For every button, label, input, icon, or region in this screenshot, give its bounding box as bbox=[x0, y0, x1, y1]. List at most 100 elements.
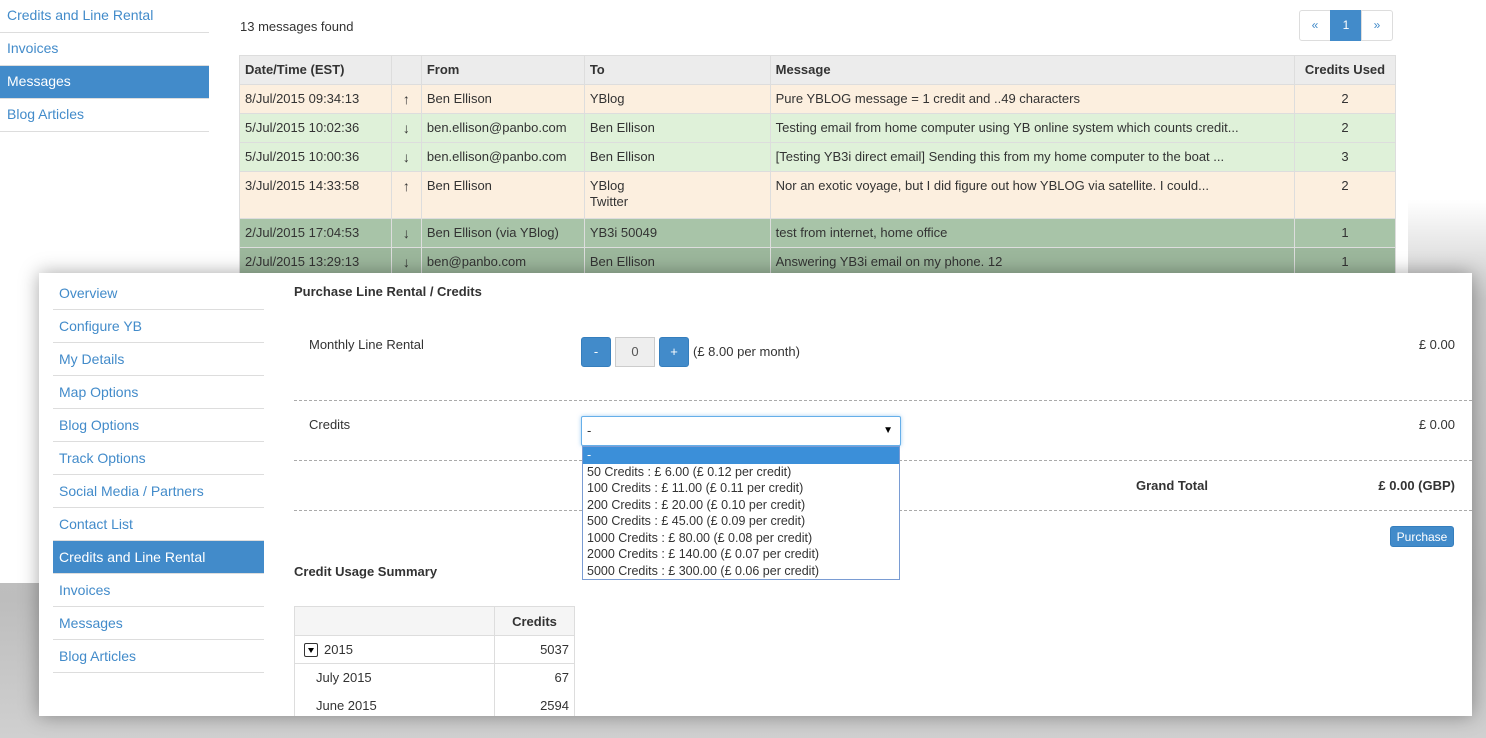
cell-credits: 2 bbox=[1294, 113, 1396, 143]
cell-credits: 3 bbox=[1294, 142, 1396, 172]
sidebar-item-overview[interactable]: Overview bbox=[53, 277, 264, 310]
dropdown-option[interactable]: 2000 Credits : £ 140.00 (£ 0.07 per cred… bbox=[583, 546, 899, 563]
cell-credits: 2 bbox=[1294, 171, 1396, 219]
usage-col-credits-header: Credits bbox=[494, 606, 575, 636]
sidebar-item-contact-list[interactable]: Contact List bbox=[53, 508, 264, 541]
cell-to: YBlog bbox=[583, 84, 771, 114]
dropdown-option[interactable]: 50 Credits : £ 6.00 (£ 0.12 per credit) bbox=[583, 464, 899, 481]
cell-to: YBlog Twitter bbox=[583, 171, 771, 219]
pagination-prev[interactable]: « bbox=[1299, 10, 1331, 41]
cell-to: Ben Ellison bbox=[583, 142, 771, 172]
divider bbox=[294, 400, 1472, 401]
bg-sidebar-item-messages[interactable]: Messages bbox=[0, 66, 209, 99]
arrow-down-icon: ↓ bbox=[390, 218, 422, 248]
cell-message: test from internet, home office bbox=[769, 218, 1296, 248]
dropdown-option[interactable]: 500 Credits : £ 45.00 (£ 0.09 per credit… bbox=[583, 513, 899, 530]
grand-total-value: £ 0.00 (GBP) bbox=[1378, 478, 1455, 493]
credits-price: £ 0.00 bbox=[1418, 417, 1455, 432]
usage-col-period-header bbox=[294, 606, 495, 636]
increment-button[interactable]: + bbox=[659, 337, 689, 367]
purchase-button[interactable]: Purchase bbox=[1390, 526, 1454, 547]
cell-datetime: 2/Jul/2015 17:04:53 bbox=[239, 218, 392, 248]
purchase-heading: Purchase Line Rental / Credits bbox=[294, 284, 482, 299]
messages-table: Date/Time (EST) From To Message Credits … bbox=[239, 55, 1396, 277]
dropdown-option[interactable]: - bbox=[583, 447, 899, 464]
bg-sidebar-item-credits[interactable]: Credits and Line Rental bbox=[0, 0, 209, 33]
credits-select[interactable]: - ▼ bbox=[581, 416, 901, 446]
cell-message: Nor an exotic voyage, but I did figure o… bbox=[769, 171, 1296, 219]
credits-select-value: - bbox=[587, 423, 592, 438]
sidebar-item-social-media[interactable]: Social Media / Partners bbox=[53, 475, 264, 508]
decrement-button[interactable]: - bbox=[581, 337, 611, 367]
pagination: « 1 » bbox=[1299, 10, 1393, 41]
bg-sidebar-item-invoices[interactable]: Invoices bbox=[0, 33, 209, 66]
sidebar-item-track-options[interactable]: Track Options bbox=[53, 442, 264, 475]
usage-month-value: 2594 bbox=[494, 691, 575, 716]
usage-table-header: Credits bbox=[294, 606, 575, 636]
col-from-header[interactable]: From bbox=[420, 55, 585, 85]
cell-datetime: 5/Jul/2015 10:00:36 bbox=[239, 142, 392, 172]
dropdown-option[interactable]: 1000 Credits : £ 80.00 (£ 0.08 per credi… bbox=[583, 530, 899, 547]
sidebar-item-my-details[interactable]: My Details bbox=[53, 343, 264, 376]
collapse-toggle-icon[interactable] bbox=[304, 643, 318, 658]
cell-credits: 2 bbox=[1294, 84, 1396, 114]
cell-from: Ben Ellison bbox=[420, 84, 585, 114]
table-row[interactable]: 2015 5037 bbox=[294, 635, 575, 664]
table-row[interactable]: 3/Jul/2015 14:33:58 ↑ Ben Ellison YBlog … bbox=[239, 171, 1396, 219]
arrow-down-icon: ↓ bbox=[390, 113, 422, 143]
usage-month-value: 67 bbox=[494, 663, 575, 692]
cell-from: ben.ellison@panbo.com bbox=[420, 113, 585, 143]
sidebar-nav: Overview Configure YB My Details Map Opt… bbox=[53, 277, 264, 673]
col-datetime-header[interactable]: Date/Time (EST) bbox=[239, 55, 392, 85]
cell-to: YB3i 50049 bbox=[583, 218, 771, 248]
sidebar-item-configure-yb[interactable]: Configure YB bbox=[53, 310, 264, 343]
usage-year-label: 2015 bbox=[324, 641, 353, 657]
usage-month-label: July 2015 bbox=[294, 663, 495, 692]
col-message-header[interactable]: Message bbox=[769, 55, 1296, 85]
cell-message: Pure YBLOG message = 1 credit and ..49 c… bbox=[769, 84, 1296, 114]
col-credits-header[interactable]: Credits Used bbox=[1294, 55, 1396, 85]
cell-to-line-2: Twitter bbox=[589, 194, 629, 209]
credits-label: Credits bbox=[309, 417, 351, 432]
table-row: July 2015 67 bbox=[294, 663, 575, 692]
front-window: Overview Configure YB My Details Map Opt… bbox=[39, 273, 1472, 716]
pagination-page-1[interactable]: 1 bbox=[1330, 10, 1362, 41]
cell-credits: 1 bbox=[1294, 218, 1396, 248]
cell-from: Ben Ellison bbox=[420, 171, 585, 219]
cell-from: Ben Ellison (via YBlog) bbox=[420, 218, 585, 248]
cell-message: [Testing YB3i direct email] Sending this… bbox=[769, 142, 1296, 172]
sidebar-item-blog-options[interactable]: Blog Options bbox=[53, 409, 264, 442]
table-row[interactable]: 5/Jul/2015 10:00:36 ↓ ben.ellison@panbo.… bbox=[239, 142, 1396, 172]
usage-year-cell[interactable]: 2015 bbox=[294, 635, 495, 664]
cell-to-line-1: YBlog bbox=[589, 178, 625, 193]
cell-message: Testing email from home computer using Y… bbox=[769, 113, 1296, 143]
cell-datetime: 5/Jul/2015 10:02:36 bbox=[239, 113, 392, 143]
bg-sidebar-nav: Credits and Line Rental Invoices Message… bbox=[0, 0, 209, 132]
table-row: June 2015 2594 bbox=[294, 691, 575, 716]
col-direction-header bbox=[390, 55, 422, 85]
sidebar-item-map-options[interactable]: Map Options bbox=[53, 376, 264, 409]
sidebar-item-credits[interactable]: Credits and Line Rental bbox=[53, 541, 264, 574]
sidebar-item-invoices[interactable]: Invoices bbox=[53, 574, 264, 607]
dropdown-option[interactable]: 100 Credits : £ 11.00 (£ 0.11 per credit… bbox=[583, 480, 899, 497]
dropdown-option[interactable]: 200 Credits : £ 20.00 (£ 0.10 per credit… bbox=[583, 497, 899, 514]
sidebar-item-blog-articles[interactable]: Blog Articles bbox=[53, 640, 264, 673]
rental-rate: (£ 8.00 per month) bbox=[693, 344, 800, 359]
table-row[interactable]: 2/Jul/2015 17:04:53 ↓ Ben Ellison (via Y… bbox=[239, 218, 1396, 248]
dropdown-option[interactable]: 5000 Credits : £ 300.00 (£ 0.06 per cred… bbox=[583, 563, 899, 580]
pagination-next[interactable]: » bbox=[1361, 10, 1393, 41]
rental-price: £ 0.00 bbox=[1418, 337, 1455, 352]
sidebar-item-messages[interactable]: Messages bbox=[53, 607, 264, 640]
messages-count: 13 messages found bbox=[240, 19, 354, 34]
usage-table: Credits 2015 5037 July 2015 67 June 2015… bbox=[294, 606, 575, 716]
rental-quantity-input[interactable]: 0 bbox=[615, 337, 655, 367]
table-row[interactable]: 8/Jul/2015 09:34:13 ↑ Ben Ellison YBlog … bbox=[239, 84, 1396, 114]
rental-label: Monthly Line Rental bbox=[309, 337, 424, 352]
messages-table-header: Date/Time (EST) From To Message Credits … bbox=[239, 55, 1396, 85]
col-to-header[interactable]: To bbox=[583, 55, 771, 85]
usage-month-label: June 2015 bbox=[294, 691, 495, 716]
arrow-up-icon: ↑ bbox=[390, 171, 422, 219]
table-row[interactable]: 5/Jul/2015 10:02:36 ↓ ben.ellison@panbo.… bbox=[239, 113, 1396, 143]
usage-heading: Credit Usage Summary bbox=[294, 564, 438, 579]
bg-sidebar-item-blog-articles[interactable]: Blog Articles bbox=[0, 99, 209, 132]
